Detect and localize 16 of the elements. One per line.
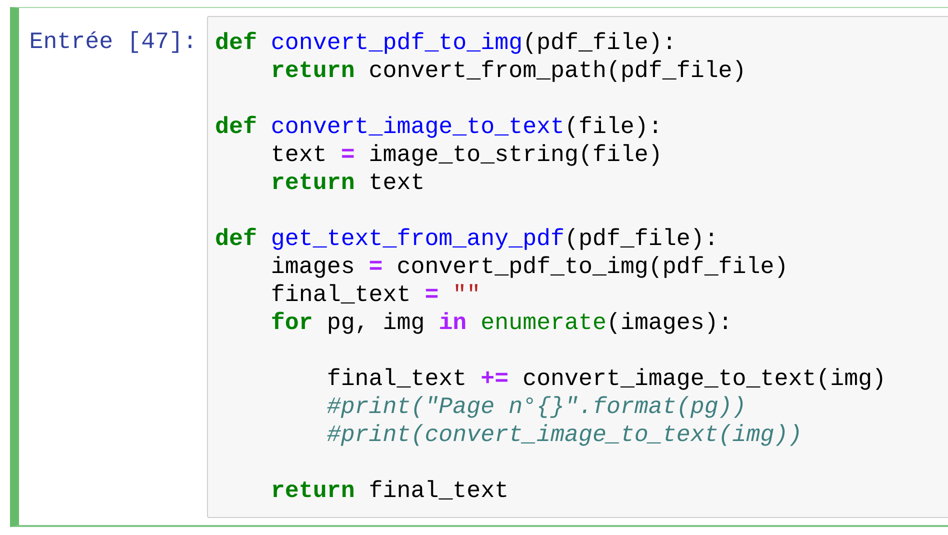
code-line: def convert_image_to_text(file): [215, 113, 662, 141]
code-line: final_text = "" [270, 281, 481, 309]
code-line: #print("Page n°{}".format(pg)) [326, 393, 746, 421]
code-line: for pg, img in enumerate(images): [270, 309, 732, 337]
notebook-cell[interactable] [10, 7, 948, 527]
code-line: def convert_pdf_to_img(pdf_file): [215, 29, 676, 57]
code-line: final_text += convert_image_to_text(img) [326, 365, 886, 393]
code-line: return text [270, 169, 425, 197]
code-line: return convert_from_path(pdf_file) [270, 57, 746, 85]
code-line: text = image_to_string(file) [270, 141, 662, 169]
code-line: #print(convert_image_to_text(img)) [326, 421, 802, 449]
code-line: return final_text [270, 477, 509, 505]
code-editor[interactable] [207, 16, 948, 518]
code-line: images = convert_pdf_to_img(pdf_file) [270, 253, 788, 281]
input-prompt: Entrée [47]: [29, 29, 197, 55]
code-line: def get_text_from_any_pdf(pdf_file): [215, 225, 718, 253]
